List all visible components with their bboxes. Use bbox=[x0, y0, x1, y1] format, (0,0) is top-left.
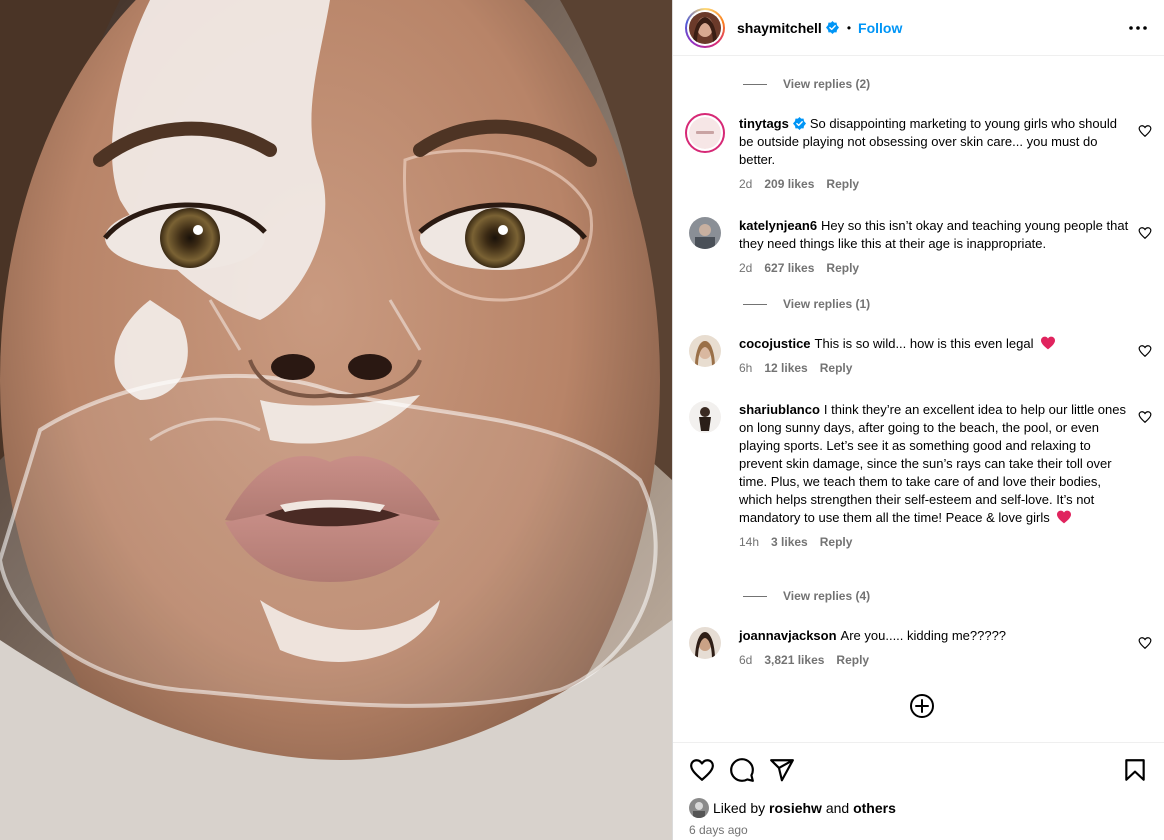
comment-meta: 6h 12 likes Reply bbox=[739, 361, 1131, 375]
post-image[interactable] bbox=[0, 0, 672, 840]
comment-item: shariublanco I think they’re an excellent… bbox=[689, 401, 1152, 549]
comment-likes[interactable]: 209 likes bbox=[764, 177, 814, 191]
comment-like-heart-icon[interactable] bbox=[1138, 226, 1152, 240]
commenter-avatar[interactable] bbox=[685, 113, 725, 153]
commenter-username[interactable]: joannavjackson bbox=[739, 628, 837, 643]
author-avatar bbox=[689, 11, 721, 44]
comment-item: katelynjean6 Hey so this isn’t okay and t… bbox=[689, 217, 1152, 275]
comment-likes[interactable]: 12 likes bbox=[764, 361, 807, 375]
comment-meta: 2d 627 likes Reply bbox=[739, 261, 1131, 275]
reply-button[interactable]: Reply bbox=[820, 361, 853, 375]
face-mask-photo bbox=[0, 0, 672, 840]
commenter-username[interactable]: katelynjean6 bbox=[739, 218, 817, 233]
comment-icon[interactable] bbox=[729, 757, 755, 783]
liked-by-others[interactable]: others bbox=[853, 800, 896, 816]
commenter-avatar[interactable] bbox=[689, 217, 721, 249]
comment-like-heart-icon[interactable] bbox=[1138, 636, 1152, 650]
liked-by-summary: Liked by rosiehw and others bbox=[689, 798, 896, 818]
bookmark-icon[interactable] bbox=[1122, 757, 1148, 783]
author-avatar-story-ring[interactable] bbox=[685, 7, 725, 48]
comment-age: 2d bbox=[739, 177, 753, 191]
comment-text: I think they’re an excellent idea to hel… bbox=[739, 402, 1126, 525]
comments-list[interactable]: View replies (2) tinytags So disappointin… bbox=[673, 57, 1164, 742]
comment-like-heart-icon[interactable] bbox=[1138, 344, 1152, 358]
liked-by-user[interactable]: rosiehw bbox=[769, 800, 822, 816]
heart-icon[interactable] bbox=[689, 757, 715, 783]
author-username[interactable]: shaymitchell bbox=[737, 20, 822, 36]
post-sidebar: shaymitchell • Follow View replies (2) t… bbox=[672, 0, 1164, 840]
replies-divider bbox=[743, 303, 767, 305]
commenter-avatar[interactable] bbox=[689, 401, 721, 433]
follow-button[interactable]: Follow bbox=[858, 20, 902, 36]
comment-meta: 14h 3 likes Reply bbox=[739, 535, 1131, 549]
comment-item: cocojustice This is so wild... how is thi… bbox=[689, 335, 1152, 375]
replies-divider bbox=[743, 595, 767, 597]
comment-item: joannavjackson Are you..... kidding me???… bbox=[689, 627, 1152, 667]
load-more-comments-icon[interactable] bbox=[909, 693, 935, 719]
comment-text: Are you..... kidding me????? bbox=[840, 628, 1007, 643]
commenter-avatar[interactable] bbox=[689, 627, 721, 659]
comment-item: tinytags So disappointing marketing to yo… bbox=[685, 113, 1152, 191]
more-options-icon[interactable] bbox=[1126, 16, 1150, 40]
comment-like-heart-icon[interactable] bbox=[1138, 124, 1152, 138]
comment-meta: 6d 3,821 likes Reply bbox=[739, 653, 1131, 667]
replies-divider bbox=[743, 83, 767, 85]
comment-age: 14h bbox=[739, 535, 760, 549]
commenter-username[interactable]: tinytags bbox=[739, 116, 789, 131]
comment-likes[interactable]: 3 likes bbox=[771, 535, 808, 549]
comment-meta: 2d 209 likes Reply bbox=[739, 177, 1131, 191]
separator-dot: • bbox=[846, 20, 852, 35]
comment-likes[interactable]: 3,821 likes bbox=[764, 653, 824, 667]
post-timestamp[interactable]: 6 days ago bbox=[689, 823, 748, 837]
liked-by-and: and bbox=[825, 800, 850, 816]
comment-likes[interactable]: 627 likes bbox=[764, 261, 814, 275]
commenter-username[interactable]: cocojustice bbox=[739, 336, 811, 351]
commenter-username[interactable]: shariublanco bbox=[739, 402, 820, 417]
liker-avatar[interactable] bbox=[689, 798, 709, 818]
comment-age: 2d bbox=[739, 261, 753, 275]
view-replies-button[interactable]: View replies (4) bbox=[743, 589, 870, 603]
post-header: shaymitchell • Follow bbox=[673, 0, 1164, 56]
instagram-post: shaymitchell • Follow View replies (2) t… bbox=[0, 0, 1164, 840]
verified-badge-icon bbox=[792, 117, 806, 130]
comment-age: 6h bbox=[739, 361, 753, 375]
share-icon[interactable] bbox=[769, 757, 795, 783]
red-heart-emoji-icon bbox=[1057, 510, 1072, 524]
reply-button[interactable]: Reply bbox=[836, 653, 869, 667]
reply-button[interactable]: Reply bbox=[826, 177, 859, 191]
comment-like-heart-icon[interactable] bbox=[1138, 410, 1152, 424]
commenter-avatar[interactable] bbox=[689, 335, 721, 367]
reply-button[interactable]: Reply bbox=[820, 535, 853, 549]
comment-text: This is so wild... how is this even lega… bbox=[814, 336, 1034, 351]
comment-age: 6d bbox=[739, 653, 753, 667]
red-heart-emoji-icon bbox=[1041, 336, 1056, 350]
liked-by-prefix: Liked by bbox=[713, 800, 766, 816]
post-actions: Liked by rosiehw and others 6 days ago bbox=[673, 742, 1164, 840]
reply-button[interactable]: Reply bbox=[826, 261, 859, 275]
view-replies-button[interactable]: View replies (2) bbox=[743, 77, 870, 91]
verified-badge-icon bbox=[825, 21, 839, 34]
view-replies-button[interactable]: View replies (1) bbox=[743, 297, 870, 311]
